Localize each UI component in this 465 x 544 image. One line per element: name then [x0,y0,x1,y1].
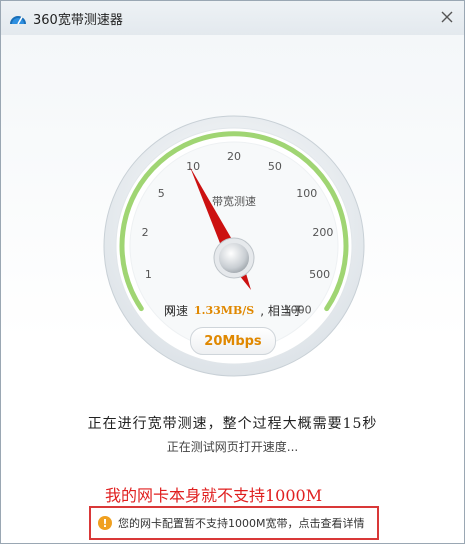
status-main-text: 正在进行宽带测速，整个过程大概需要15秒 [87,416,378,432]
close-icon [441,11,453,23]
gauge-tick-label: 2 [142,226,149,239]
speed-prefix: 网速 [164,304,189,318]
gauge-label: 带宽测速 [212,194,256,208]
warning-text[interactable]: 您的网卡配置暂不支持1000M宽带，点击查看详情 [118,515,364,531]
gauge-tick-label: 10 [186,160,200,173]
status-sub-text: 正在测试网页打开速度... [166,440,299,454]
speed-readout: 网速 1.33MB/S , 相当于 [164,302,304,319]
gauge-tick-label: 500 [309,268,330,281]
speedtest-window: 360宽带测速器 0 1 2 5 10 20 50 100 200 500 10… [0,0,465,544]
gauge-tick-label: 5 [158,187,165,200]
main-content: 0 1 2 5 10 20 50 100 200 500 1000 带宽测速 网速 1.33MB/S… [1,35,464,543]
gauge-tick-label: 100 [296,187,317,200]
title-bar[interactable]: 360宽带测速器 [1,1,464,35]
gauge-tick-label: 1 [145,268,152,281]
gauge-tick-label: 20 [227,150,241,163]
gauge-tick-label: 50 [268,160,282,173]
speed-value: 1.33MB/S [194,304,255,317]
speed-suffix: , 相当于 [260,304,304,318]
equivalent-bandwidth-badge: 20Mbps [190,327,276,355]
window-title: 360宽带测速器 [33,13,123,28]
user-annotation: 我的网卡本身就不支持1000M [105,486,323,505]
gauge-tick-label: 200 [312,226,333,239]
warning-icon: ! [98,516,112,530]
close-button[interactable] [434,5,460,29]
gauge-hub [219,243,249,273]
nic-warning-link[interactable]: ! 您的网卡配置暂不支持1000M宽带，点击查看详情 [89,506,379,540]
speedometer-app-icon [10,16,26,25]
